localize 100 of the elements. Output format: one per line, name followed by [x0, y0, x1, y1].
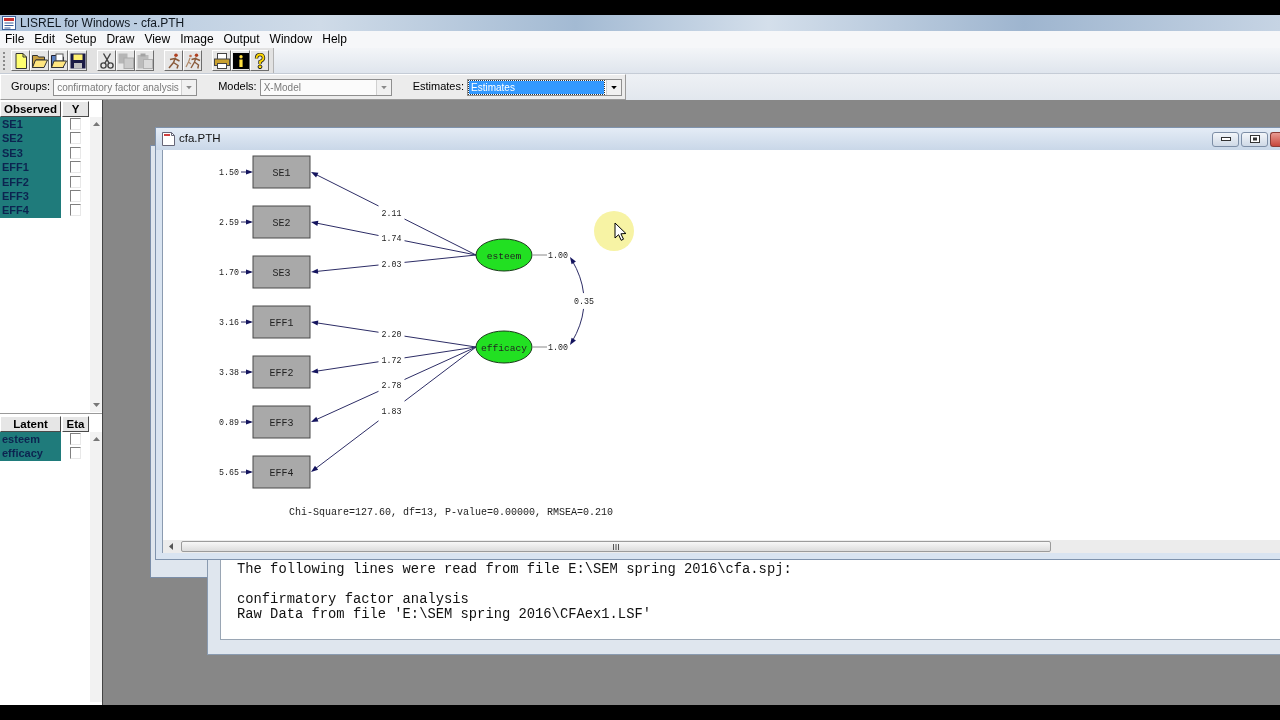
list-item[interactable]: SE1: [0, 117, 61, 132]
down-arrow-icon: [92, 403, 100, 407]
latent-variable-label: esteem: [486, 250, 522, 262]
list-item[interactable]: EFF1: [0, 160, 61, 175]
variance-line: [532, 346, 548, 348]
vertical-scrollbar[interactable]: [90, 117, 102, 412]
horizontal-scrollbar[interactable]: [162, 540, 1280, 553]
scissors-icon: [98, 52, 115, 69]
checkbox[interactable]: [70, 175, 81, 188]
menu-item[interactable]: View: [139, 32, 176, 47]
checkbox[interactable]: [70, 447, 81, 460]
checkbox[interactable]: [70, 132, 81, 145]
clipboard-icon: [136, 52, 153, 69]
observed-variable-node: [252, 305, 311, 339]
list-item[interactable]: esteem: [0, 432, 61, 447]
menu-item[interactable]: Setup: [60, 32, 102, 47]
error-arrow: [240, 419, 253, 425]
loading-label: 2.78: [381, 381, 402, 391]
latent-variable-node: [475, 238, 533, 272]
save-button[interactable]: [68, 50, 87, 71]
open-button[interactable]: [30, 50, 49, 71]
caret-icon: [375, 79, 391, 95]
variance-label: 1.00: [548, 251, 568, 260]
error-variance-label: 1.50: [219, 168, 239, 177]
observed-variable-label: EFF4: [269, 467, 294, 479]
checkbox[interactable]: [70, 189, 81, 202]
dropdown[interactable]: Estimates: [467, 78, 623, 96]
checkbox[interactable]: [70, 146, 81, 159]
new-button[interactable]: [11, 50, 30, 71]
menu-item[interactable]: Help: [317, 32, 352, 47]
close-button[interactable]: [1270, 131, 1280, 147]
checkbox[interactable]: [70, 204, 81, 217]
menu-item[interactable]: Image: [175, 32, 219, 47]
observed-variable-node: [252, 255, 311, 289]
rerun-button[interactable]: [183, 50, 202, 71]
info-icon: [232, 52, 249, 69]
output-line: The following lines were read from file E:\SEM spring 2016\cfa.spj:: [237, 562, 793, 577]
import-button[interactable]: [49, 50, 68, 71]
list-item[interactable]: efficacy: [0, 446, 61, 461]
up-arrow-icon: [92, 122, 100, 126]
up-arrow-icon: [92, 437, 100, 441]
checkbox[interactable]: [70, 433, 81, 445]
output-line: confirmatory factor analysis: [237, 592, 470, 607]
error-arrow: [240, 269, 253, 275]
loading-label: 1.72: [381, 355, 402, 365]
latent-variable-node: [475, 330, 533, 364]
info-button[interactable]: [231, 50, 250, 71]
copy-icon: [117, 52, 134, 69]
error-variance-label: 3.16: [219, 318, 239, 327]
observed-variable-node: [252, 355, 311, 389]
column-header: Eta: [62, 416, 89, 432]
menu-item[interactable]: Edit: [29, 32, 61, 47]
left-arrow-icon: [169, 543, 173, 550]
list-item[interactable]: EFF4: [0, 203, 61, 218]
grip-icon: [613, 543, 619, 550]
maximize-button[interactable]: [1241, 131, 1268, 147]
menu-item[interactable]: File: [0, 32, 30, 47]
vertical-scrollbar[interactable]: [90, 432, 102, 702]
error-variance-label: 1.70: [219, 268, 239, 277]
menu-item[interactable]: Output: [218, 32, 265, 47]
error-arrow: [240, 169, 253, 175]
scrollbar-thumb[interactable]: [181, 541, 1051, 552]
print-button[interactable]: [212, 50, 231, 71]
loading-label: 2.03: [381, 259, 402, 269]
error-variance-label: 2.59: [219, 218, 239, 227]
list-item[interactable]: SE2: [0, 131, 61, 146]
cut-button[interactable]: [97, 50, 116, 71]
output-line: Raw Data from file 'E:\SEM spring 2016\CFAex1.LSF': [237, 607, 652, 622]
printer-icon: [213, 52, 230, 69]
column-header: Observed: [0, 101, 61, 117]
menu-item[interactable]: Draw: [101, 32, 140, 47]
error-variance-label: 3.38: [219, 368, 239, 377]
error-arrow: [240, 469, 253, 475]
variance-label: 1.00: [548, 343, 568, 352]
mouse-pointer-icon: [594, 211, 634, 251]
field-label: Models:: [218, 80, 257, 94]
observed-variable-label: SE3: [272, 267, 291, 279]
checkbox[interactable]: [70, 161, 81, 174]
observed-variable-node: [252, 405, 311, 439]
minimize-button[interactable]: [1212, 131, 1239, 147]
folder-document-icon: [50, 52, 67, 69]
observed-variable-label: EFF1: [269, 317, 294, 329]
covariance-label: 0.35: [574, 297, 594, 306]
document-title: cfa.PTH: [179, 132, 221, 146]
menu-item[interactable]: Window: [264, 32, 318, 47]
latent-variable-label: efficacy: [480, 342, 528, 354]
running-figures-icon: [184, 52, 201, 69]
column-header: Y: [62, 101, 89, 117]
error-variance-label: 0.89: [219, 418, 239, 427]
variance-line: [532, 254, 548, 256]
restore-icon: [1249, 135, 1260, 143]
observed-variable-label: EFF3: [269, 417, 294, 429]
run-button[interactable]: [164, 50, 183, 71]
loading-label: 2.11: [381, 208, 402, 218]
help-button[interactable]: [250, 50, 269, 71]
page-icon: [12, 52, 29, 69]
observed-variable-node: [252, 455, 311, 489]
loading-label: 1.74: [381, 234, 402, 244]
checkbox[interactable]: [70, 118, 81, 130]
caret-icon: [606, 79, 622, 95]
